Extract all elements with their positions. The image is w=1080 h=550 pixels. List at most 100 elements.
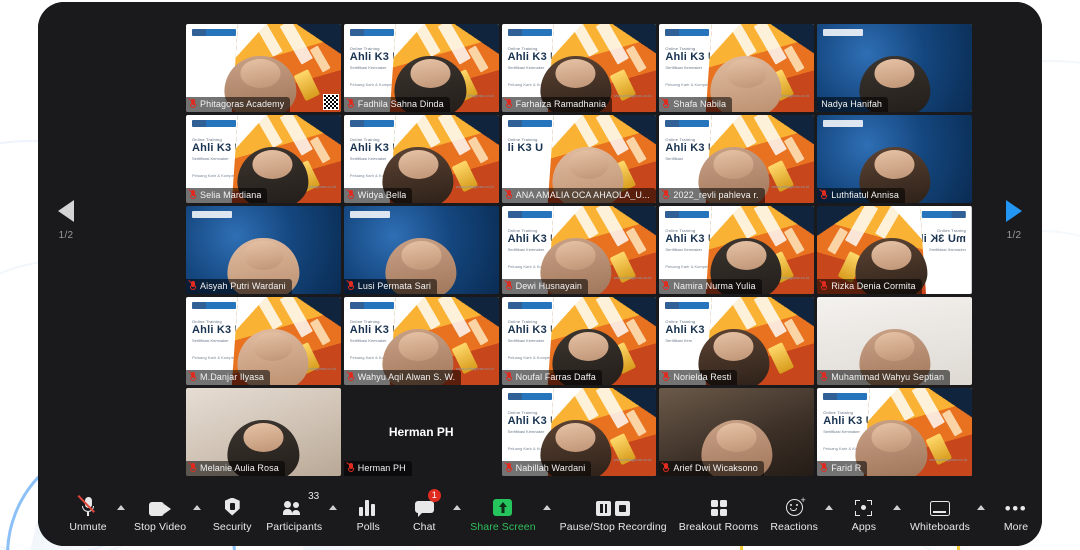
phitagoras-logo-icon [665, 120, 710, 127]
toolbar-group-reactions: + Reactions [764, 494, 836, 533]
gallery-next-page-button[interactable]: 1/2 [992, 200, 1036, 241]
microphone-muted-icon [503, 98, 513, 109]
participant-tile[interactable]: Online Training Ahli K3 Umum Sertifikasi K… [659, 24, 815, 112]
chevron-up-icon-share[interactable] [542, 504, 551, 510]
phitagoras-logo-icon [922, 211, 966, 218]
participant-name-badge: Namira Nurma Yulia [659, 279, 762, 294]
participant-tile[interactable]: Aisyah Putri Wardani [186, 206, 341, 294]
toolbar-group-apps: Apps [836, 494, 904, 533]
participant-tile[interactable]: Online Training Ahli K3 Umum Sertifikasi K… [659, 206, 815, 294]
participant-tile[interactable]: Online Training Ahli K3 Umum Sertifikasi K… [186, 297, 341, 385]
toolbar-button-whiteboards[interactable]: Whiteboards [904, 494, 976, 533]
toolbar-label-chat: Chat [412, 520, 436, 533]
participant-tile[interactable]: gninarT enilnO mU 3K ilhA rekanmeK isakifi… [817, 206, 972, 294]
participant-tile[interactable]: Online Training Ahli K3 Sertifikasi Kem Nor… [659, 297, 815, 385]
toolbar-button-polls[interactable]: Polls [340, 494, 396, 533]
people-icon: 33 [283, 491, 319, 516]
microphone-muted-icon [661, 189, 670, 200]
microphone-muted-icon [819, 462, 828, 473]
share-screen-icon [493, 494, 513, 516]
gallery-prev-page-button[interactable]: 1/2 [44, 200, 88, 241]
microphone-muted-icon [661, 462, 670, 473]
tile-slide-url: www.phitagoras.co.id [613, 93, 652, 98]
chevron-up-icon-apps[interactable] [892, 504, 901, 510]
chat-unread-badge: 1 [427, 488, 441, 502]
tile-slide-subtitle: Sertifikasi Kemnaker [665, 247, 703, 252]
chevron-up-icon-reactions[interactable] [824, 504, 833, 510]
participant-tile[interactable]: Online Training li K3 U ANA AMALIA OCA AHA… [501, 115, 657, 203]
microphone-muted-icon [819, 280, 828, 291]
toolbar-button-security[interactable]: Security [204, 494, 260, 533]
participant-tile-grid: Phitagoras Academy Online Training Ahli K3… [186, 24, 972, 476]
chevron-up-icon-chat[interactable] [453, 504, 462, 510]
participant-tile[interactable]: Online Training Ahli K3 Umum Sertifikasi K… [501, 206, 657, 294]
toolbar-button-share[interactable]: Share Screen [464, 494, 541, 533]
participant-name-badge: 2022_revli pahleva r. [659, 188, 765, 203]
participant-tile[interactable]: Online Training Ahli K3 Umum Sertifikasi K… [817, 388, 972, 476]
tile-slide-subtitle: Sertifikasi Kemnaker [349, 156, 387, 161]
tile-slide-subtitle: Sertifikasi Kemnaker [192, 156, 229, 161]
participant-name-label: Aisyah Putri Wardani [200, 281, 286, 291]
toolbar-label-recording: Pause/Stop Recording [559, 520, 667, 533]
participant-name-badge: Shafa Nabila [659, 97, 733, 112]
tile-slide-title: Ahli K3 [665, 324, 705, 336]
phitagoras-logo-icon [823, 393, 868, 400]
participant-name-label: Noufal Farras Daffa [515, 372, 596, 382]
participant-tile[interactable]: Online Training Ahli K3 Umum Sertifikasi K… [501, 388, 657, 476]
toolbar-button-more[interactable]: ••• More [988, 494, 1042, 533]
toolbar-button-chat[interactable]: 1 Chat [396, 488, 452, 533]
toolbar-button-recording[interactable]: Pause/Stop Recording [554, 494, 673, 533]
participant-tile[interactable]: Muhammad Wahyu Septian [817, 297, 972, 385]
toolbar-button-stop-video[interactable]: Stop Video [128, 494, 192, 533]
chevron-up-icon-stop-video[interactable] [193, 504, 202, 510]
toolbar-group-whiteboards: Whiteboards [904, 494, 988, 533]
participant-name-label: 2022_revli pahleva r. [673, 190, 759, 200]
toolbar-button-unmute[interactable]: Unmute [60, 494, 116, 533]
microphone-muted-icon [345, 280, 355, 291]
phitagoras-logo-icon [507, 120, 552, 127]
toolbar-label-security: Security [212, 520, 252, 533]
chevron-up-icon-unmute[interactable] [117, 504, 125, 510]
chevron-up-icon-whiteboards[interactable] [976, 504, 985, 510]
participant-tile[interactable]: Melanie Aulia Rosa [186, 388, 341, 476]
toolbar-button-breakout[interactable]: Breakout Rooms [673, 494, 765, 533]
participant-name-label: Herman PH [357, 463, 406, 473]
participant-tile[interactable]: Online Training Ahli K3 Um Sertifikasi Kem… [343, 297, 499, 385]
participant-name-label: Nadya Hanifah [821, 99, 883, 109]
phitagoras-logo-icon [507, 302, 552, 309]
phitagoras-logo-icon [349, 120, 394, 127]
microphone-muted-icon [345, 462, 355, 473]
participant-tile[interactable]: Phitagoras Academy [186, 24, 341, 112]
tile-slide-url: www.phitagoras.co.id [613, 457, 652, 462]
bar-chart-icon [359, 494, 377, 516]
toolbar-label-apps: Apps [851, 520, 877, 533]
participant-tile[interactable]: Arief Dwi Wicaksono [659, 388, 815, 476]
toolbar-button-apps[interactable]: Apps [836, 494, 892, 533]
microphone-muted-icon [188, 371, 197, 382]
toolbar-button-participants[interactable]: 33 Participants [260, 491, 328, 533]
participant-tile[interactable]: Online Training Ahli K3 Umum Sertifikasi K… [186, 115, 341, 203]
microphone-muted-icon [819, 189, 828, 200]
chevron-up-icon-participants[interactable] [329, 504, 338, 510]
page-root: 1/2 1/2 Phitagoras Academy Online Trainin… [0, 0, 1080, 550]
participant-name-badge: Melanie Aulia Rosa [186, 461, 285, 476]
participant-name-label: Luthfiatul Annisa [831, 190, 899, 200]
participant-name-label: Dewi Husnayain [515, 281, 583, 291]
shield-icon [224, 494, 240, 516]
phitagoras-logo-icon [192, 29, 236, 36]
participant-tile[interactable]: Online Training Ahli K3 Umum Sertifikasi K… [343, 115, 499, 203]
zoom-meeting-window: 1/2 1/2 Phitagoras Academy Online Trainin… [38, 2, 1042, 546]
tile-slide-subtitle: Sertifikasi Kemnaker [507, 65, 545, 70]
participant-tile[interactable]: Online Training Ahli K3 Um Sertifikasi www.… [659, 115, 815, 203]
participant-tile[interactable]: Herman PH Herman PH [343, 388, 499, 476]
apps-icon [855, 494, 873, 516]
participant-tile[interactable]: Lebih Dekat Lebih Baik PhitagorasNadya H… [817, 24, 972, 112]
participant-name-badge: Norielda Resti [659, 370, 738, 385]
participant-tile[interactable]: Online Training Ahli K3 Umu Sertifikasi Ke… [501, 297, 657, 385]
participant-tile[interactable]: Lebih Dekat Lebih Baik PhitagorasLuthfia… [817, 115, 972, 203]
participant-tile[interactable]: Online Training Ahli K3 Umum Sertifikasi K… [501, 24, 657, 112]
toolbar-button-reactions[interactable]: + Reactions [764, 494, 824, 533]
participant-tile[interactable]: Lebih Dekat Lebih BaikLusi Permata Sari [343, 206, 499, 294]
participant-name-label: Fadhila Sahna Dinda [357, 99, 444, 109]
participant-tile[interactable]: Online Training Ahli K3 Umum Sertifikasi K… [343, 24, 499, 112]
